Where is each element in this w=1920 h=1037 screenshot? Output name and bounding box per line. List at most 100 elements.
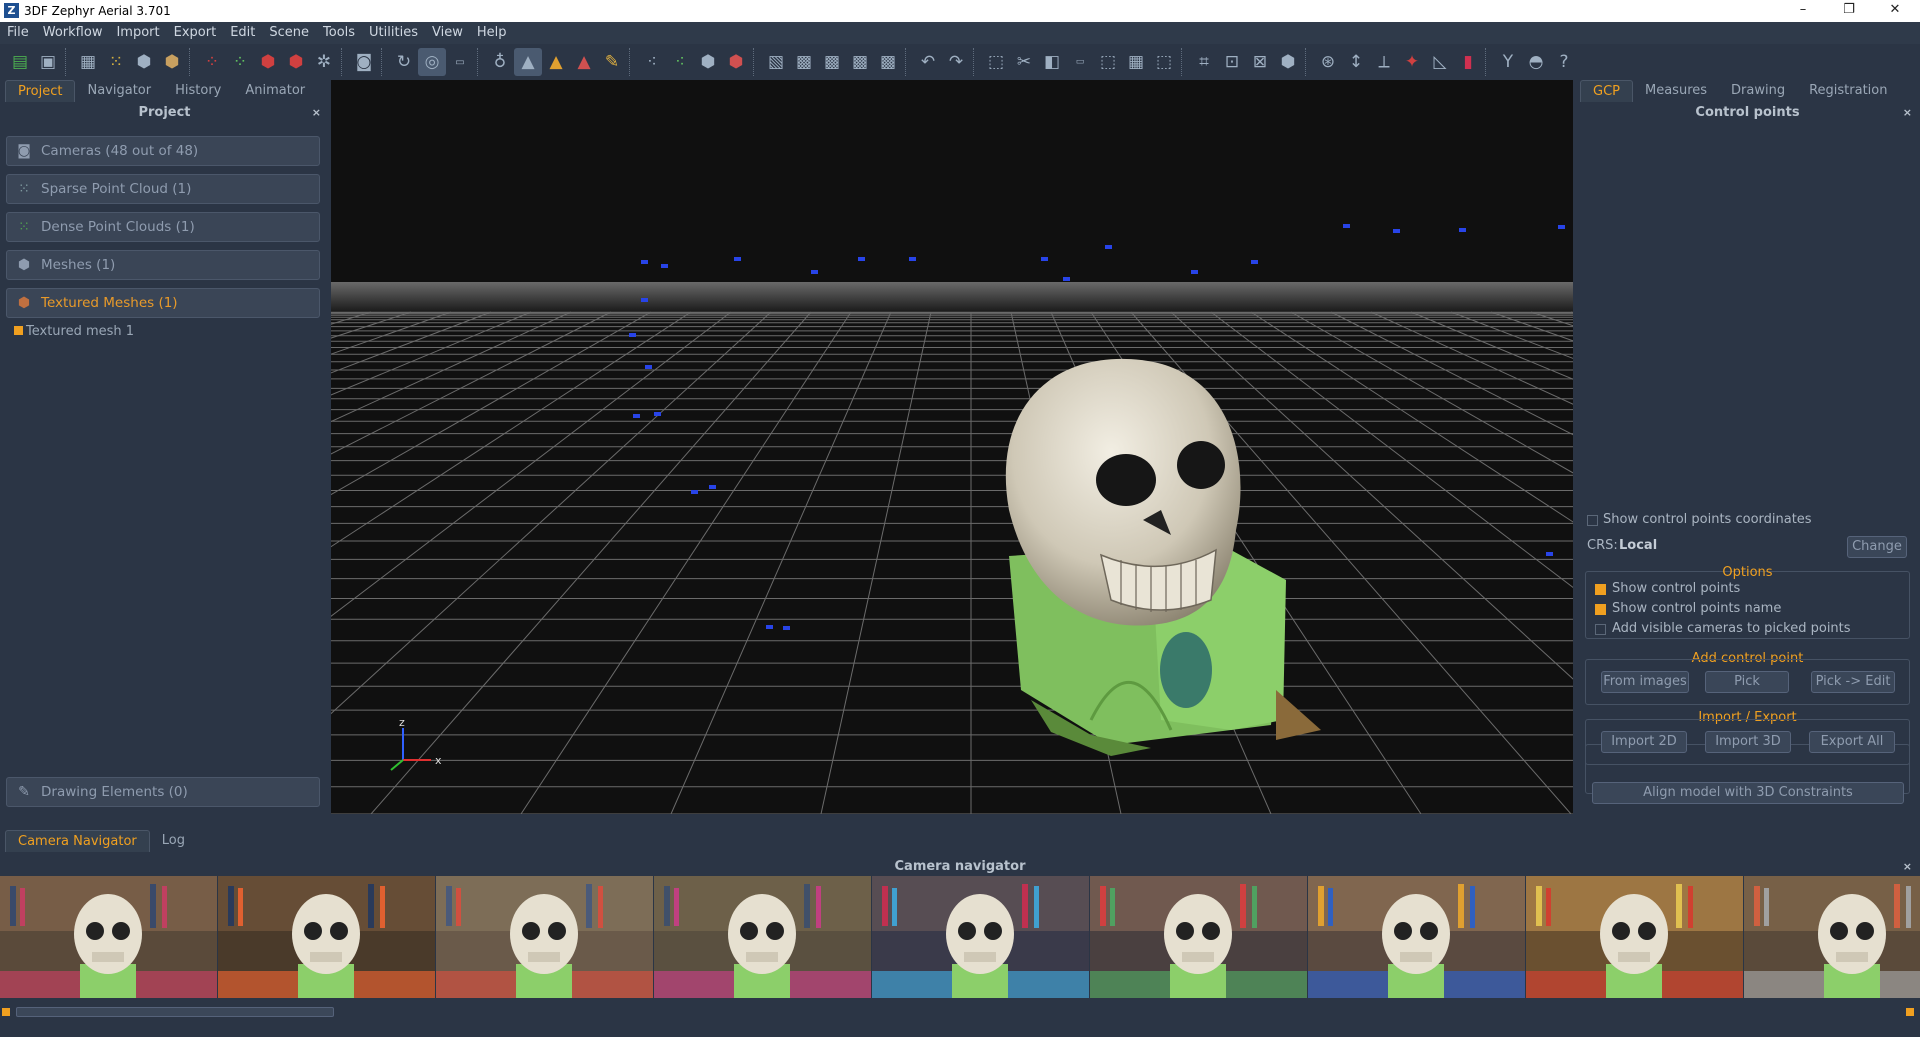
- tool-icon[interactable]: Y: [1494, 48, 1522, 76]
- select-mesh-icon[interactable]: ⬢: [254, 48, 282, 76]
- tab-camera-navigator[interactable]: Camera Navigator: [5, 830, 150, 852]
- orbit-icon[interactable]: ↻: [390, 48, 418, 76]
- maximize-button[interactable]: ❐: [1826, 0, 1872, 22]
- light-bulb-icon[interactable]: ♁: [486, 48, 514, 76]
- add-visible-cameras-checkbox[interactable]: [1595, 624, 1606, 635]
- view-box-icon[interactable]: ▧: [762, 48, 790, 76]
- menu-utilities[interactable]: Utilities: [362, 22, 425, 44]
- axis-icon[interactable]: ⟂: [1370, 48, 1398, 76]
- open-project-icon[interactable]: ▤: [6, 48, 34, 76]
- camera-thumbnail[interactable]: [218, 876, 435, 998]
- tab-history[interactable]: History: [163, 80, 233, 102]
- view-mesh-icon[interactable]: ⬢: [130, 48, 158, 76]
- menu-view[interactable]: View: [425, 22, 470, 44]
- close-panel-icon[interactable]: ×: [1903, 102, 1912, 124]
- save-project-icon[interactable]: ▣: [34, 48, 62, 76]
- menu-file[interactable]: File: [0, 22, 36, 44]
- box-color-icon[interactable]: ⬢: [722, 48, 750, 76]
- project-item-textured[interactable]: ⬢ Textured Meshes (1): [6, 288, 320, 318]
- show-names-checkbox[interactable]: [1595, 604, 1606, 615]
- scrollbar-thumb[interactable]: [16, 1007, 334, 1017]
- brush-icon[interactable]: ✎: [598, 48, 626, 76]
- select-texture-icon[interactable]: ⬢: [282, 48, 310, 76]
- screenshot-camera-icon[interactable]: ◙: [350, 48, 378, 76]
- close-panel-icon[interactable]: ×: [312, 102, 321, 124]
- orbit-center-icon[interactable]: ◎: [418, 48, 446, 76]
- gizmo-icon[interactable]: ⊛: [1314, 48, 1342, 76]
- select-points-icon[interactable]: ⁘: [198, 48, 226, 76]
- lasso-select-icon[interactable]: ✂: [1010, 48, 1038, 76]
- camera-thumbnail[interactable]: [1744, 876, 1920, 998]
- menu-edit[interactable]: Edit: [223, 22, 262, 44]
- project-item-cameras[interactable]: ◙ Cameras (48 out of 48): [6, 136, 320, 166]
- redo-icon[interactable]: ↷: [942, 48, 970, 76]
- rgb-select-icon[interactable]: ▭: [1066, 48, 1094, 76]
- thumbnail-scrollbar-track[interactable]: [0, 1004, 1920, 1020]
- invert-select-icon[interactable]: ◧: [1038, 48, 1066, 76]
- tab-project[interactable]: Project: [5, 80, 76, 102]
- scroll-left-arrow[interactable]: [2, 1008, 10, 1016]
- camera-thumbnail[interactable]: [1308, 876, 1525, 998]
- minimize-button[interactable]: –: [1780, 0, 1826, 22]
- grid-select-icon[interactable]: ▦: [1122, 48, 1150, 76]
- view-top-icon[interactable]: ▩: [846, 48, 874, 76]
- undo-icon[interactable]: ↶: [914, 48, 942, 76]
- 3d-viewport[interactable]: z x: [331, 80, 1573, 814]
- textured-mesh-entry[interactable]: Textured mesh 1: [14, 324, 134, 339]
- menu-import[interactable]: Import: [109, 22, 166, 44]
- render-shaded-icon[interactable]: ▲: [514, 48, 542, 76]
- tab-measures[interactable]: Measures: [1633, 80, 1719, 102]
- view-front-icon[interactable]: ▩: [790, 48, 818, 76]
- show-coords-checkbox[interactable]: [1587, 515, 1598, 526]
- ruler-icon[interactable]: ◺: [1426, 48, 1454, 76]
- close-window-button[interactable]: ✕: [1872, 0, 1918, 22]
- vertical-icon[interactable]: ↕: [1342, 48, 1370, 76]
- points-display-icon[interactable]: ⁖: [638, 48, 666, 76]
- bbox-icon[interactable]: ⌗: [1190, 48, 1218, 76]
- project-item-sparse[interactable]: ⁙ Sparse Point Cloud (1): [6, 174, 320, 204]
- view-side-icon[interactable]: ▩: [818, 48, 846, 76]
- color-palette-icon[interactable]: ▮: [1454, 48, 1482, 76]
- project-item-meshes[interactable]: ⬢ Meshes (1): [6, 250, 320, 280]
- view-sparse-icon[interactable]: ⁙: [102, 48, 130, 76]
- select-dense-icon[interactable]: ⁘: [226, 48, 254, 76]
- camera-thumbnail[interactable]: [1526, 876, 1743, 998]
- align-model-button[interactable]: Align model with 3D Constraints: [1592, 782, 1904, 804]
- menu-tools[interactable]: Tools: [316, 22, 362, 44]
- menu-workflow[interactable]: Workflow: [36, 22, 110, 44]
- tab-navigator[interactable]: Navigator: [75, 80, 163, 102]
- project-item-dense[interactable]: ⁙ Dense Point Clouds (1): [6, 212, 320, 242]
- wasd-icon[interactable]: ▭: [446, 48, 474, 76]
- menu-help[interactable]: Help: [470, 22, 514, 44]
- render-color-icon[interactable]: ▲: [570, 48, 598, 76]
- clear-select-icon[interactable]: ⬚: [1150, 48, 1178, 76]
- box-display-icon[interactable]: ⬢: [694, 48, 722, 76]
- close-panel-icon[interactable]: ×: [1903, 856, 1912, 878]
- rect-select-icon[interactable]: ⬚: [982, 48, 1010, 76]
- crop-icon[interactable]: ⊡: [1218, 48, 1246, 76]
- camera-thumbnail[interactable]: [1090, 876, 1307, 998]
- view-back-icon[interactable]: ▩: [874, 48, 902, 76]
- tab-drawing[interactable]: Drawing: [1719, 80, 1797, 102]
- change-crs-button[interactable]: Change: [1847, 536, 1907, 558]
- vr-headset-icon[interactable]: ◓: [1522, 48, 1550, 76]
- tab-registration[interactable]: Registration: [1797, 80, 1899, 102]
- camera-thumbnail[interactable]: [872, 876, 1089, 998]
- render-texture-icon[interactable]: ▲: [542, 48, 570, 76]
- help-icon[interactable]: ?: [1550, 48, 1578, 76]
- tab-log[interactable]: Log: [150, 830, 197, 852]
- tab-animator[interactable]: Animator: [233, 80, 317, 102]
- tab-gcp[interactable]: GCP: [1580, 80, 1633, 102]
- solid-icon[interactable]: ⬢: [1274, 48, 1302, 76]
- select-all-icon[interactable]: ⬚: [1094, 48, 1122, 76]
- drawing-elements-item[interactable]: ✎ Drawing Elements (0): [6, 777, 320, 807]
- view-textured-icon[interactable]: ⬢: [158, 48, 186, 76]
- colored-axis-icon[interactable]: ✦: [1398, 48, 1426, 76]
- camera-thumbnail[interactable]: [0, 876, 217, 998]
- camera-thumbnail[interactable]: [436, 876, 653, 998]
- show-control-points-checkbox[interactable]: [1595, 584, 1606, 595]
- camera-thumbnail[interactable]: [654, 876, 871, 998]
- deselect-icon[interactable]: ✲: [310, 48, 338, 76]
- points-color-icon[interactable]: ⁖: [666, 48, 694, 76]
- scroll-right-arrow[interactable]: [1906, 1008, 1914, 1016]
